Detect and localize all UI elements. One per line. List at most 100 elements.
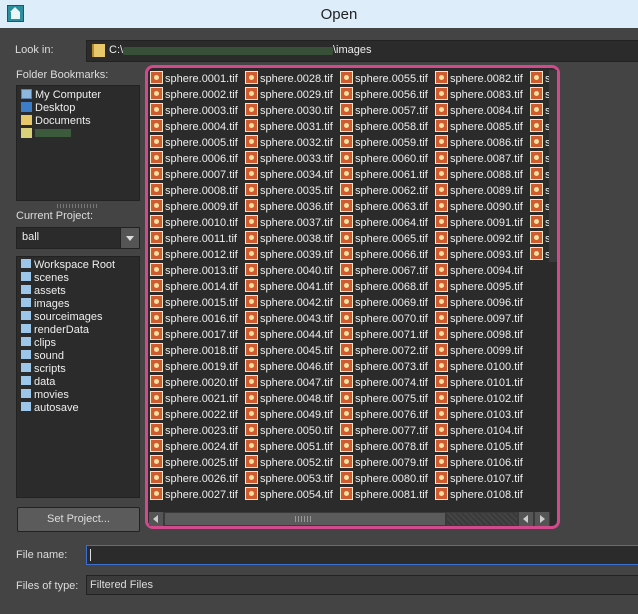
project-folder-item[interactable]: data	[21, 376, 55, 389]
file-item[interactable]: sphere.0025.tif	[150, 455, 238, 471]
file-item[interactable]: sphere.0107.tif	[435, 471, 523, 487]
lookin-path-field[interactable]: C:\ \images	[86, 40, 638, 62]
file-item[interactable]: sphere.0019.tif	[150, 359, 238, 375]
project-folder-item[interactable]: images	[21, 298, 69, 311]
file-item[interactable]: sphere.0048.tif	[245, 391, 333, 407]
file-item[interactable]: sphere.0037.tif	[245, 215, 333, 231]
file-item[interactable]: sphere.0051.tif	[245, 439, 333, 455]
file-item[interactable]: sphere.0045.tif	[245, 343, 333, 359]
file-item[interactable]: sphere.0004.tif	[150, 119, 238, 135]
set-project-button[interactable]: Set Project...	[17, 507, 140, 532]
file-grid-horizontal-scrollbar[interactable]	[149, 512, 550, 526]
file-item[interactable]: sphere.0065.tif	[340, 231, 428, 247]
file-item[interactable]: sphere.0003.tif	[150, 103, 238, 119]
file-item[interactable]: sphere.0092.tif	[435, 231, 523, 247]
file-item[interactable]: s	[530, 199, 551, 215]
file-item[interactable]: sphere.0018.tif	[150, 343, 238, 359]
panel-splitter[interactable]	[57, 204, 97, 208]
file-item[interactable]: sphere.0098.tif	[435, 327, 523, 343]
file-item[interactable]: sphere.0027.tif	[150, 487, 238, 503]
file-item[interactable]: sphere.0104.tif	[435, 423, 523, 439]
scroll-left-icon[interactable]	[519, 512, 533, 526]
file-item[interactable]: sphere.0064.tif	[340, 215, 428, 231]
file-item[interactable]: sphere.0049.tif	[245, 407, 333, 423]
file-item[interactable]: sphere.0090.tif	[435, 199, 523, 215]
file-item[interactable]: s	[530, 151, 551, 167]
chevron-down-icon[interactable]	[120, 228, 139, 248]
filetype-select[interactable]: Filtered Files	[86, 575, 638, 595]
file-item[interactable]: sphere.0054.tif	[245, 487, 333, 503]
file-item[interactable]: sphere.0106.tif	[435, 455, 523, 471]
file-item[interactable]: s	[530, 247, 551, 263]
file-item[interactable]: sphere.0062.tif	[340, 183, 428, 199]
file-item[interactable]: sphere.0056.tif	[340, 87, 428, 103]
file-item[interactable]: sphere.0012.tif	[150, 247, 238, 263]
file-item[interactable]: sphere.0011.tif	[150, 231, 238, 247]
file-item[interactable]: sphere.0028.tif	[245, 71, 333, 87]
file-item[interactable]: sphere.0016.tif	[150, 311, 238, 327]
project-folder-item[interactable]: scenes	[21, 272, 69, 285]
file-item[interactable]: sphere.0010.tif	[150, 215, 238, 231]
file-item[interactable]: sphere.0082.tif	[435, 71, 523, 87]
file-item[interactable]: sphere.0014.tif	[150, 279, 238, 295]
scroll-left-icon[interactable]	[149, 512, 163, 526]
file-item[interactable]: sphere.0066.tif	[340, 247, 428, 263]
file-item[interactable]: sphere.0070.tif	[340, 311, 428, 327]
file-item[interactable]: sphere.0096.tif	[435, 295, 523, 311]
file-item[interactable]: sphere.0026.tif	[150, 471, 238, 487]
file-item[interactable]: sphere.0084.tif	[435, 103, 523, 119]
project-folder-item[interactable]: movies	[21, 389, 69, 402]
project-folder-item[interactable]: assets	[21, 285, 66, 298]
file-item[interactable]: sphere.0069.tif	[340, 295, 428, 311]
file-item[interactable]: sphere.0075.tif	[340, 391, 428, 407]
file-item[interactable]: sphere.0006.tif	[150, 151, 238, 167]
file-item[interactable]: sphere.0044.tif	[245, 327, 333, 343]
file-item[interactable]: sphere.0088.tif	[435, 167, 523, 183]
file-item[interactable]: sphere.0095.tif	[435, 279, 523, 295]
project-select[interactable]: ball	[16, 227, 140, 249]
bookmark-user[interactable]	[21, 128, 71, 141]
file-item[interactable]: sphere.0083.tif	[435, 87, 523, 103]
file-item[interactable]: sphere.0093.tif	[435, 247, 523, 263]
file-item[interactable]: sphere.0071.tif	[340, 327, 428, 343]
file-item[interactable]: sphere.0034.tif	[245, 167, 333, 183]
file-item[interactable]: sphere.0035.tif	[245, 183, 333, 199]
file-item[interactable]: sphere.0021.tif	[150, 391, 238, 407]
file-item[interactable]: s	[530, 215, 551, 231]
file-item[interactable]: sphere.0058.tif	[340, 119, 428, 135]
file-item[interactable]: sphere.0099.tif	[435, 343, 523, 359]
file-item[interactable]: sphere.0033.tif	[245, 151, 333, 167]
file-item[interactable]: sphere.0017.tif	[150, 327, 238, 343]
file-item[interactable]: sphere.0108.tif	[435, 487, 523, 503]
file-item[interactable]: sphere.0076.tif	[340, 407, 428, 423]
file-item[interactable]: sphere.0052.tif	[245, 455, 333, 471]
file-item[interactable]: sphere.0086.tif	[435, 135, 523, 151]
file-item[interactable]: sphere.0067.tif	[340, 263, 428, 279]
file-item[interactable]: sphere.0043.tif	[245, 311, 333, 327]
file-item[interactable]: s	[530, 167, 551, 183]
file-item[interactable]: sphere.0053.tif	[245, 471, 333, 487]
file-item[interactable]: s	[530, 87, 551, 103]
file-item[interactable]: sphere.0074.tif	[340, 375, 428, 391]
file-item[interactable]: sphere.0022.tif	[150, 407, 238, 423]
file-item[interactable]: s	[530, 103, 551, 119]
file-item[interactable]: sphere.0079.tif	[340, 455, 428, 471]
file-item[interactable]: sphere.0105.tif	[435, 439, 523, 455]
file-item[interactable]: sphere.0072.tif	[340, 343, 428, 359]
file-item[interactable]: sphere.0094.tif	[435, 263, 523, 279]
file-item[interactable]: sphere.0040.tif	[245, 263, 333, 279]
file-item[interactable]: sphere.0013.tif	[150, 263, 238, 279]
scroll-thumb[interactable]	[165, 513, 445, 525]
bookmark-my-computer[interactable]: My Computer	[21, 89, 101, 102]
file-item[interactable]: sphere.0030.tif	[245, 103, 333, 119]
file-item[interactable]: sphere.0001.tif	[150, 71, 238, 87]
file-item[interactable]: sphere.0002.tif	[150, 87, 238, 103]
file-item[interactable]: sphere.0102.tif	[435, 391, 523, 407]
bookmark-desktop[interactable]: Desktop	[21, 102, 75, 115]
file-grid-vertical-scrollbar[interactable]	[549, 70, 557, 262]
file-item[interactable]: sphere.0055.tif	[340, 71, 428, 87]
file-item[interactable]: sphere.0029.tif	[245, 87, 333, 103]
file-item[interactable]: sphere.0015.tif	[150, 295, 238, 311]
file-item[interactable]: sphere.0039.tif	[245, 247, 333, 263]
file-item[interactable]: sphere.0020.tif	[150, 375, 238, 391]
